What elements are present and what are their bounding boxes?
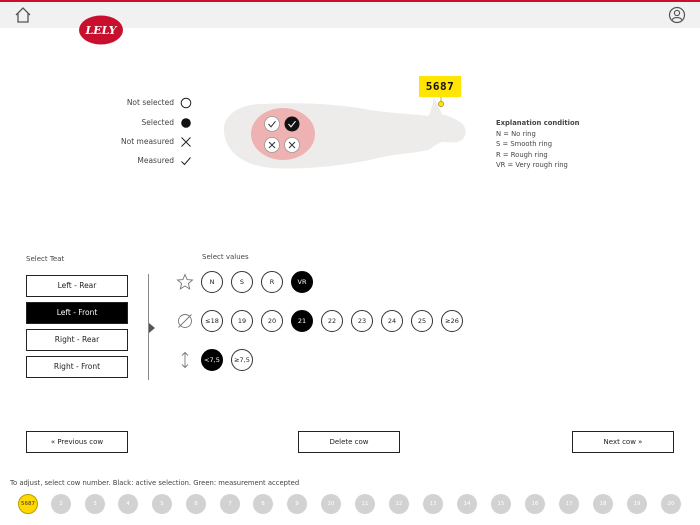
next-cow-button[interactable]: Next cow » xyxy=(572,431,674,453)
cow-number-button[interactable]: 3 xyxy=(85,494,105,514)
legend-label: Selected xyxy=(141,118,174,127)
cow-number-button[interactable]: 11 xyxy=(355,494,375,514)
condition-option-n[interactable]: N xyxy=(201,271,223,293)
cross-icon xyxy=(181,137,191,147)
explanation-line: R = Rough ring xyxy=(496,150,548,159)
legend-label: Not selected xyxy=(126,98,174,107)
cow-number-button[interactable]: 13 xyxy=(423,494,443,514)
diameter-option[interactable]: 21 xyxy=(291,310,313,332)
explanation-title: Explanation condition xyxy=(496,119,580,127)
teat-button-right-front[interactable]: Right - Front xyxy=(26,356,128,378)
condition-option-r[interactable]: R xyxy=(261,271,283,293)
cow-number-button[interactable]: 7 xyxy=(220,494,240,514)
cow-number-button[interactable]: 14 xyxy=(457,494,477,514)
tag-marker xyxy=(438,101,444,107)
length-option[interactable]: ≥7,5 xyxy=(231,349,253,371)
condition-option-s[interactable]: S xyxy=(231,271,253,293)
diameter-icon xyxy=(178,314,192,328)
cow-number-button[interactable]: 17 xyxy=(559,494,579,514)
explanation-line: N = No ring xyxy=(496,129,536,138)
cow-number-button[interactable]: 12 xyxy=(389,494,409,514)
legend-measured: Measured xyxy=(100,154,200,168)
legend-label: Not measured xyxy=(121,137,174,146)
instruction-text: To adjust, select cow number. Black: act… xyxy=(10,479,300,487)
teat-button-right-rear[interactable]: Right - Rear xyxy=(26,329,128,351)
cow-number-button[interactable]: 6 xyxy=(186,494,206,514)
legend-not-measured: Not measured xyxy=(100,135,200,149)
legend-selected: Selected xyxy=(100,116,200,130)
filled-circle-icon xyxy=(181,118,191,128)
cow-number-button[interactable]: 15 xyxy=(491,494,511,514)
diameter-option[interactable]: 24 xyxy=(381,310,403,332)
empty-circle-icon xyxy=(180,97,192,109)
previous-cow-button[interactable]: « Previous cow xyxy=(26,431,128,453)
cow-number-button[interactable]: 4 xyxy=(118,494,138,514)
condition-option-vr[interactable]: VR xyxy=(291,271,313,293)
udder xyxy=(251,108,315,160)
cow-number-button[interactable]: 20 xyxy=(661,494,681,514)
cow-number-strip: 5687 2 3 4 5 6 7 8 9 10 11 12 13 14 15 1… xyxy=(0,492,700,518)
teat-right-front[interactable] xyxy=(284,137,300,153)
svg-text:LELY: LELY xyxy=(84,24,117,37)
select-values-label: Select values xyxy=(202,253,249,261)
length-option[interactable]: <7,5 xyxy=(201,349,223,371)
teat-left-rear[interactable] xyxy=(264,116,280,132)
cow-number-button[interactable]: 10 xyxy=(321,494,341,514)
star-icon xyxy=(176,273,194,290)
teat-left-front[interactable] xyxy=(284,116,300,132)
diameter-option[interactable]: ≥26 xyxy=(441,310,463,332)
lely-logo: LELY xyxy=(79,15,123,45)
cow-number-button[interactable]: 18 xyxy=(593,494,613,514)
legend-label: Measured xyxy=(137,156,174,165)
cow-ear-tag: 5687 xyxy=(419,76,461,97)
check-icon xyxy=(181,157,191,166)
diameter-option[interactable]: 25 xyxy=(411,310,433,332)
cow-number-button[interactable]: 2 xyxy=(51,494,71,514)
teat-button-left-rear[interactable]: Left - Rear xyxy=(26,275,128,297)
length-icon xyxy=(181,351,189,369)
diameter-option[interactable]: 19 xyxy=(231,310,253,332)
cow-number-button[interactable]: 5687 xyxy=(18,494,38,514)
cow-number-button[interactable]: 9 xyxy=(287,494,307,514)
diameter-option[interactable]: 23 xyxy=(351,310,373,332)
user-profile-icon[interactable] xyxy=(668,6,686,24)
active-teat-pointer xyxy=(149,323,155,333)
explanation-condition: Explanation condition N = No ring S = Sm… xyxy=(496,118,580,171)
diameter-option[interactable]: 20 xyxy=(261,310,283,332)
home-icon[interactable] xyxy=(14,6,32,24)
explanation-line: VR = Very rough ring xyxy=(496,161,568,170)
cow-number-button[interactable]: 8 xyxy=(253,494,273,514)
cow-number-button[interactable]: 5 xyxy=(152,494,172,514)
legend-not-selected: Not selected xyxy=(100,96,200,110)
explanation-line: S = Smooth ring xyxy=(496,140,553,149)
diameter-option[interactable]: ≤18 xyxy=(201,310,223,332)
cow-number-button[interactable]: 16 xyxy=(525,494,545,514)
diameter-option[interactable]: 22 xyxy=(321,310,343,332)
teat-button-left-front[interactable]: Left - Front xyxy=(26,302,128,324)
select-teat-label: Select Teat xyxy=(26,255,65,263)
delete-cow-button[interactable]: Delete cow xyxy=(298,431,400,453)
cow-number-button[interactable]: 19 xyxy=(627,494,647,514)
teat-right-rear[interactable] xyxy=(264,137,280,153)
